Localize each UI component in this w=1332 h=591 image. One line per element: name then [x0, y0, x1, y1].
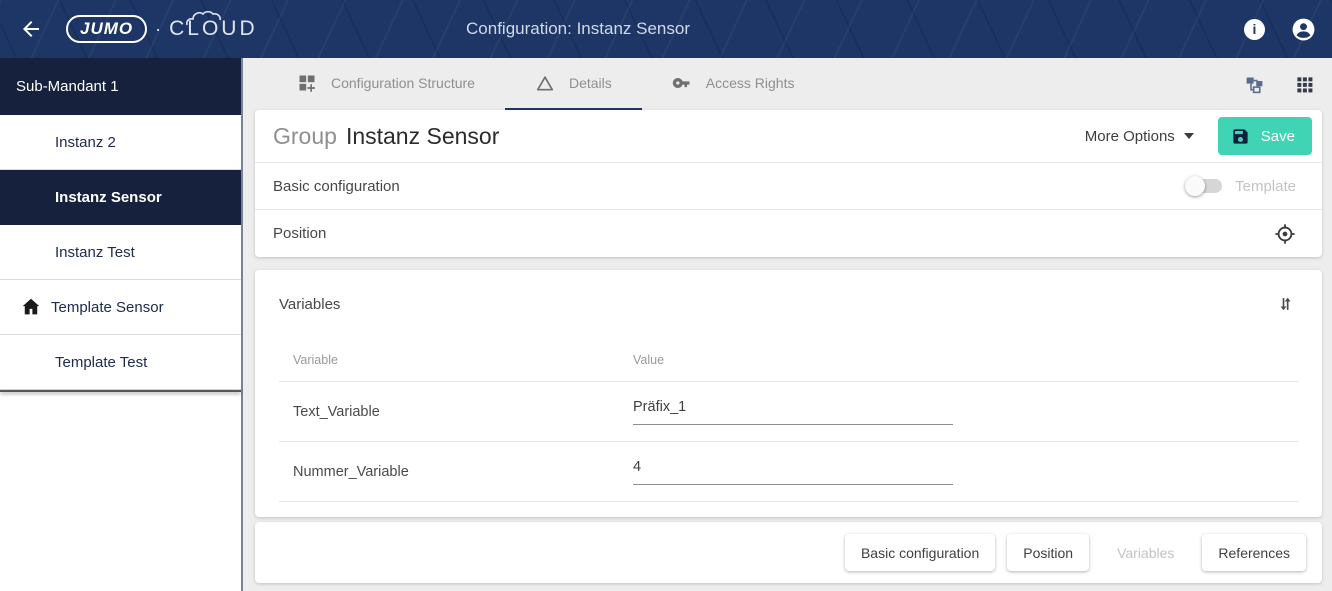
- swap-vertical-icon: [1276, 294, 1296, 314]
- sidebar-item-template-sensor[interactable]: Template Sensor: [0, 280, 241, 335]
- sidebar-item-template-test[interactable]: Template Test: [0, 335, 241, 390]
- sidebar-item-instanz-2[interactable]: Instanz 2: [0, 115, 241, 170]
- info-icon: i: [1244, 19, 1265, 40]
- variables-header: Variables: [255, 270, 1322, 338]
- sidebar: Sub-Mandant 1 Instanz 2 Instanz Sensor I…: [0, 58, 243, 591]
- cloud-arc-icon: [185, 8, 227, 32]
- tab-access-rights[interactable]: Access Rights: [642, 58, 825, 110]
- locate-button[interactable]: [1274, 223, 1296, 245]
- basic-configuration-label: Basic configuration: [273, 178, 400, 195]
- heading-name: Instanz Sensor: [346, 123, 499, 150]
- save-floppy-icon: [1231, 127, 1250, 146]
- cloud-logo-text: CLOUD: [169, 17, 258, 41]
- position-nav-button[interactable]: Position: [1007, 534, 1089, 571]
- sidebar-item-label: Instanz Sensor: [55, 189, 162, 206]
- sidebar-divider: [0, 390, 241, 392]
- template-toggle-group: Template: [1188, 178, 1296, 195]
- tab-label: Details: [569, 75, 612, 91]
- position-label: Position: [273, 225, 326, 242]
- basic-configuration-nav-button[interactable]: Basic configuration: [845, 534, 995, 571]
- app-header: JUMO · CLOUD Configuration: Instanz Sens…: [0, 0, 1332, 58]
- key-icon: [672, 73, 692, 93]
- more-options-label: More Options: [1085, 128, 1175, 145]
- group-heading-row: Group Instanz Sensor More Options: [255, 110, 1322, 163]
- section-nav-footer: Basic configuration Position Variables R…: [255, 522, 1322, 583]
- hierarchy-icon: [1244, 74, 1265, 95]
- variables-title: Variables: [279, 296, 340, 313]
- more-options-button[interactable]: More Options: [1085, 128, 1194, 145]
- group-heading: Group Instanz Sensor: [273, 123, 499, 150]
- sort-variables-button[interactable]: [1276, 294, 1296, 314]
- sidebar-item-instanz-sensor[interactable]: Instanz Sensor: [0, 170, 241, 225]
- tab-configuration-structure[interactable]: Configuration Structure: [267, 58, 505, 110]
- column-header-variable: Variable: [279, 353, 633, 367]
- sidebar-item-label: Instanz 2: [55, 134, 116, 151]
- variables-table: Variable Value Text_Variable Nummer_Vari…: [279, 338, 1298, 502]
- grid-icon: [1295, 75, 1314, 94]
- group-config-card: Group Instanz Sensor More Options: [255, 110, 1322, 257]
- sidebar-header: Sub-Mandant 1: [0, 58, 241, 115]
- toggle-knob: [1185, 176, 1205, 196]
- column-header-value: Value: [633, 353, 1298, 367]
- app-window: JUMO · CLOUD Configuration: Instanz Sens…: [0, 0, 1332, 591]
- home-icon: [20, 296, 42, 318]
- variable-name: Text_Variable: [279, 404, 633, 420]
- text-variable-input[interactable]: [633, 399, 953, 425]
- variables-table-header: Variable Value: [279, 338, 1298, 382]
- logo-separator: ·: [155, 19, 161, 40]
- save-button[interactable]: Save: [1218, 117, 1312, 155]
- variables-card: Variables Variable Value Text_Variable: [255, 270, 1322, 517]
- position-row[interactable]: Position: [255, 210, 1322, 257]
- account-icon: [1291, 17, 1316, 42]
- variables-nav-button: Variables: [1101, 534, 1190, 571]
- tab-bar: Configuration Structure Details Access R…: [245, 58, 1332, 110]
- apps-menu-button[interactable]: [1295, 75, 1314, 94]
- sidebar-item-label: Instanz Test: [55, 244, 135, 261]
- references-nav-button[interactable]: References: [1202, 534, 1306, 571]
- main-content: Configuration Structure Details Access R…: [245, 58, 1332, 591]
- chevron-down-icon: [1184, 133, 1194, 139]
- template-toggle-label: Template: [1235, 178, 1296, 195]
- save-label: Save: [1261, 128, 1295, 145]
- tab-bar-actions: [1244, 58, 1314, 110]
- sidebar-item-label: Template Test: [55, 354, 147, 371]
- variable-name: Nummer_Variable: [279, 464, 633, 480]
- jumo-logo-text: JUMO: [66, 15, 147, 43]
- sidebar-item-instanz-test[interactable]: Instanz Test: [0, 225, 241, 280]
- number-variable-input[interactable]: [633, 459, 953, 485]
- tab-label: Access Rights: [706, 75, 795, 91]
- sidebar-nav: Instanz 2 Instanz Sensor Instanz Test Te…: [0, 115, 241, 392]
- structure-view-button[interactable]: [1244, 74, 1265, 95]
- triangle-icon: [535, 73, 555, 93]
- dashboard-add-icon: [297, 73, 317, 93]
- heading-prefix: Group: [273, 123, 337, 150]
- heading-actions: More Options Save: [1085, 117, 1312, 155]
- locate-crosshair-icon: [1274, 223, 1296, 245]
- basic-configuration-row[interactable]: Basic configuration Template: [255, 163, 1322, 210]
- table-row: Nummer_Variable: [279, 442, 1298, 502]
- jumo-cloud-logo: JUMO · CLOUD: [66, 15, 258, 43]
- table-row: Text_Variable: [279, 382, 1298, 442]
- arrow-left-icon: [19, 17, 43, 41]
- account-button[interactable]: [1291, 17, 1316, 42]
- info-button[interactable]: i: [1244, 19, 1265, 40]
- page-title: Configuration: Instanz Sensor: [466, 19, 690, 39]
- header-actions: i: [1244, 17, 1316, 42]
- sidebar-item-label: Template Sensor: [51, 299, 164, 316]
- back-button[interactable]: [14, 12, 48, 46]
- template-toggle[interactable]: [1188, 179, 1222, 193]
- tab-details[interactable]: Details: [505, 58, 642, 110]
- tab-label: Configuration Structure: [331, 75, 475, 91]
